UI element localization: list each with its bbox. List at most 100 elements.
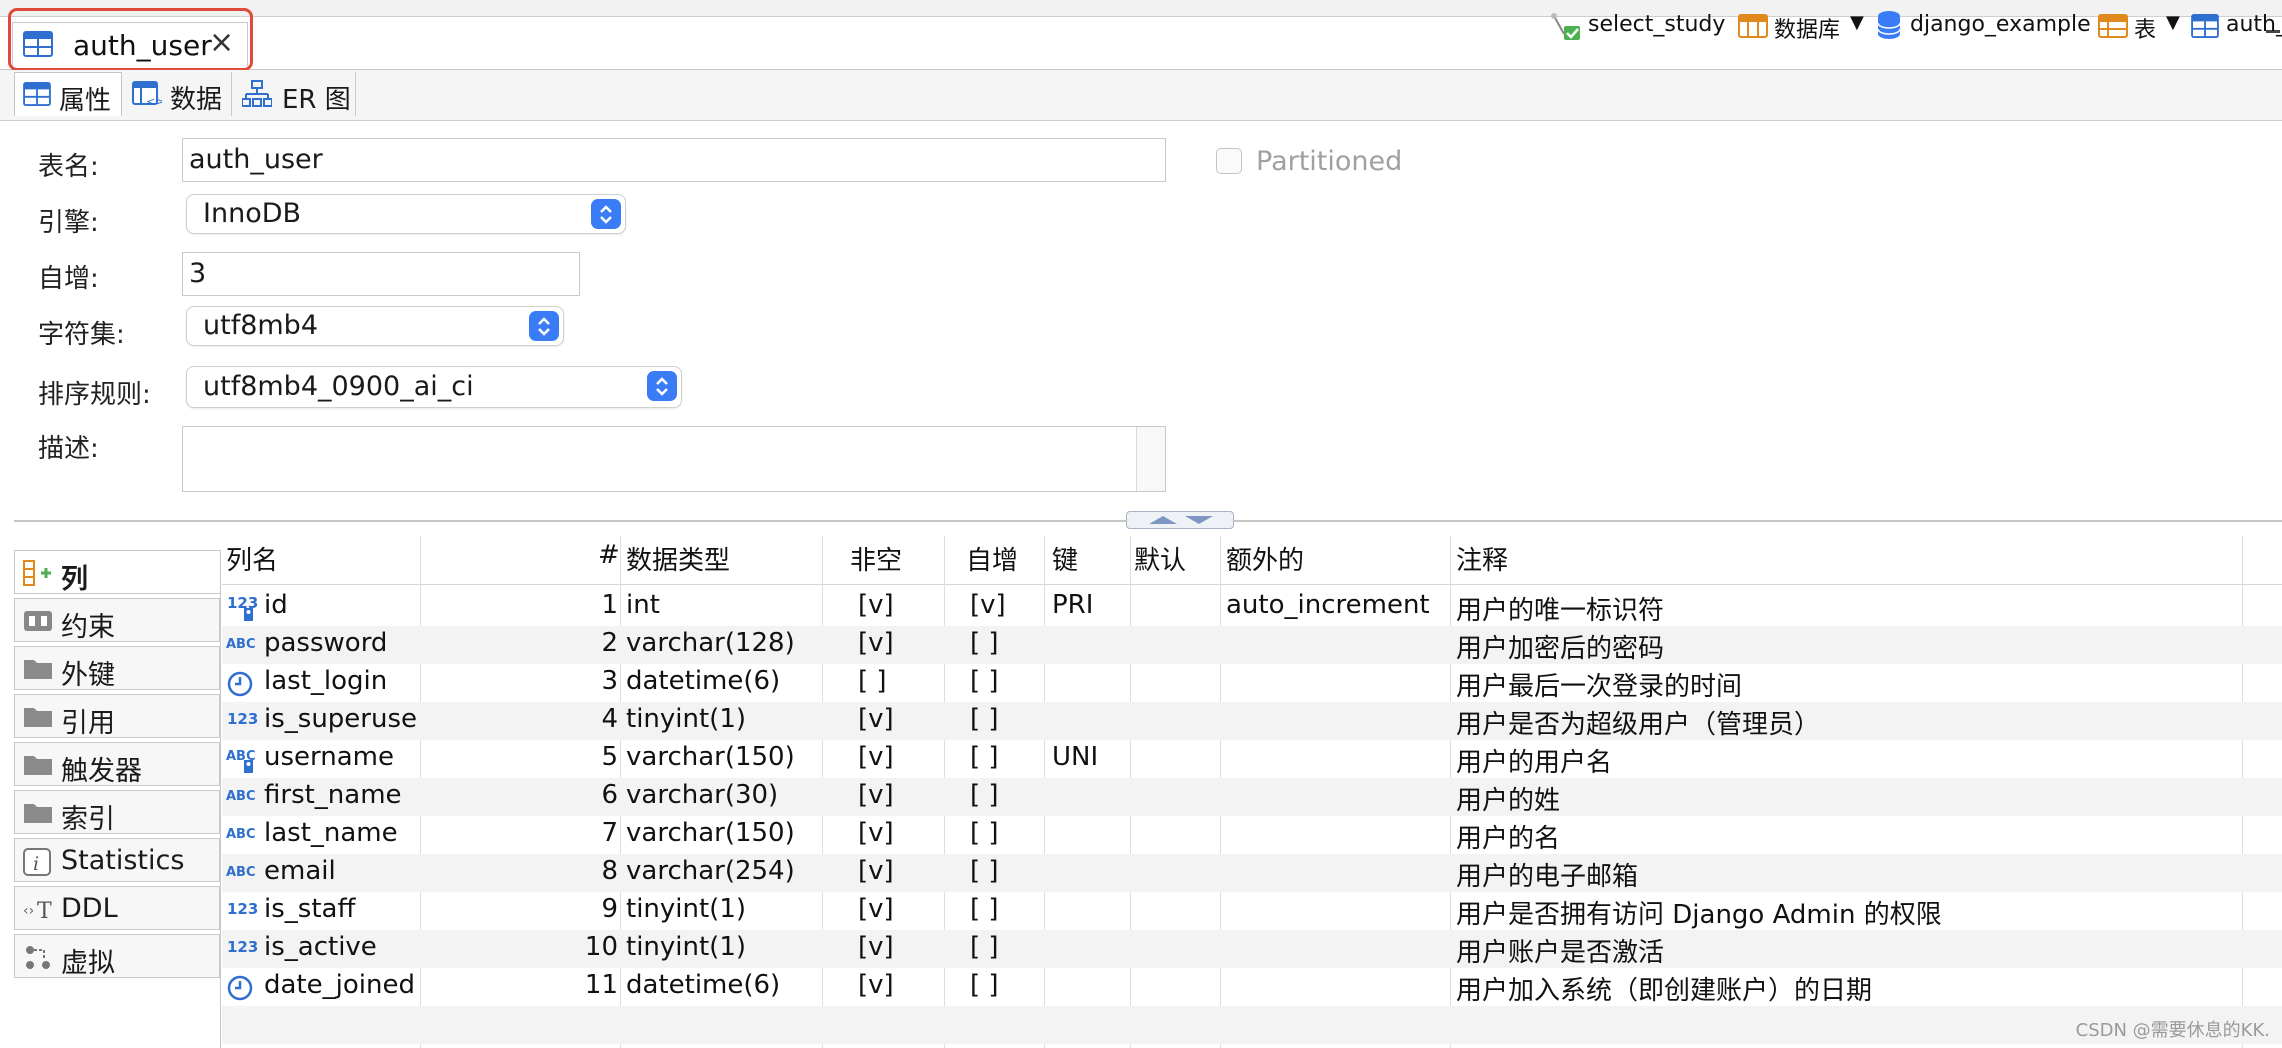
collation-select[interactable]: utf8mb4_0900_ai_ci [186, 366, 682, 408]
cell-autoinc[interactable]: [ ] [970, 894, 999, 924]
cell-type[interactable]: datetime(6) [626, 666, 780, 696]
description-textarea[interactable] [182, 426, 1166, 492]
cell-type[interactable]: datetime(6) [626, 970, 780, 1000]
cell-key[interactable]: PRI [1052, 590, 1093, 620]
nav-item-ddl[interactable]: ‹› T DDL [14, 886, 220, 930]
cell-autoinc[interactable]: [ ] [970, 704, 999, 734]
cell-type[interactable]: tinyint(1) [626, 894, 746, 924]
cell-notnull[interactable]: [v] [858, 818, 894, 848]
cell-autoinc[interactable]: [ ] [970, 932, 999, 962]
cell-pos[interactable]: 3 [601, 666, 618, 696]
cell-pos[interactable]: 8 [601, 856, 618, 886]
header-position[interactable]: # [598, 540, 620, 570]
cell-name[interactable]: is_staff [264, 894, 355, 924]
breadcrumb-database[interactable]: django_example [1876, 10, 2091, 42]
cell-name[interactable]: last_login [264, 666, 387, 696]
cell-notnull[interactable]: [v] [858, 742, 894, 772]
cell-autoinc[interactable]: [v] [970, 590, 1006, 620]
cell-comment[interactable]: 用户是否为超级用户（管理员） [1456, 704, 1820, 741]
cell-pos[interactable]: 7 [601, 818, 618, 848]
subtab-er-diagram[interactable]: ER 图 [234, 72, 356, 116]
breadcrumb-table[interactable]: auth_ [2190, 10, 2282, 42]
breadcrumb-database-selector[interactable]: 数据库 ▼ [1738, 10, 1868, 43]
auto-increment-input[interactable]: 3 [182, 252, 580, 296]
cell-type[interactable]: tinyint(1) [626, 704, 746, 734]
cell-name[interactable]: is_active [264, 932, 377, 962]
cell-comment[interactable]: 用户的唯一标识符 [1456, 590, 1664, 627]
cell-autoinc[interactable]: [ ] [970, 970, 999, 1000]
nav-item-columns[interactable]: 列 [14, 550, 220, 595]
table-row[interactable]: date_joined 11 datetime(6) [v] [ ] 用户加入系统（即创建… [222, 968, 2282, 1006]
cell-pos[interactable]: 2 [601, 628, 618, 658]
cell-notnull[interactable]: [v] [858, 780, 894, 810]
cell-name[interactable]: email [264, 856, 336, 886]
cell-pos[interactable]: 10 [585, 932, 618, 962]
cell-name[interactable]: username [264, 742, 394, 772]
cell-name[interactable]: id [264, 590, 288, 620]
cell-pos[interactable]: 1 [601, 590, 618, 620]
cell-pos[interactable]: 11 [585, 970, 618, 1000]
header-comment[interactable]: 注释 [1456, 540, 1508, 577]
subtab-data[interactable]: <> 数据 [122, 72, 232, 116]
cell-name[interactable]: first_name [264, 780, 402, 810]
engine-select[interactable]: InnoDB [186, 194, 626, 234]
cell-autoinc[interactable]: [ ] [970, 742, 999, 772]
nav-item-references[interactable]: 引用 [14, 694, 220, 739]
nav-item-indexes[interactable]: 索引 [14, 790, 220, 835]
cell-pos[interactable]: 6 [601, 780, 618, 810]
cell-notnull[interactable]: [v] [858, 590, 894, 620]
cell-notnull[interactable]: [ ] [858, 666, 887, 696]
cell-name[interactable]: last_name [264, 818, 398, 848]
cell-notnull[interactable]: [v] [858, 970, 894, 1000]
cell-type[interactable]: varchar(254) [626, 856, 795, 886]
table-row[interactable]: ABC last_name 7 varchar(150) [v] [ ] 用户的名 [222, 816, 2282, 854]
cell-comment[interactable]: 用户的姓 [1456, 780, 1560, 817]
cell-autoinc[interactable]: [ ] [970, 666, 999, 696]
cell-comment[interactable]: 用户是否拥有访问 Django Admin 的权限 [1456, 894, 1942, 931]
close-icon[interactable]: × [209, 25, 234, 60]
nav-item-foreign-keys[interactable]: 外键 [14, 646, 220, 691]
cell-name[interactable]: password [264, 628, 387, 658]
cell-notnull[interactable]: [v] [858, 856, 894, 886]
cell-comment[interactable]: 用户的电子邮箱 [1456, 856, 1638, 893]
nav-item-statistics[interactable]: i Statistics [14, 838, 220, 882]
nav-item-constraints[interactable]: 约束 [14, 598, 220, 643]
cell-comment[interactable]: 用户的用户名 [1456, 742, 1612, 779]
cell-autoinc[interactable]: [ ] [970, 818, 999, 848]
header-extra[interactable]: 额外的 [1226, 540, 1304, 577]
cell-pos[interactable]: 9 [601, 894, 618, 924]
table-row[interactable]: 123 is_staff 9 tinyint(1) [v] [ ] 用户是否拥有访问 Dja… [222, 892, 2282, 930]
cell-notnull[interactable]: [v] [858, 628, 894, 658]
cell-name[interactable]: date_joined [264, 970, 415, 1000]
cell-pos[interactable]: 5 [601, 742, 618, 772]
cell-comment[interactable]: 用户加入系统（即创建账户）的日期 [1456, 970, 1872, 1007]
nav-item-triggers[interactable]: 触发器 [14, 742, 220, 787]
cell-comment[interactable]: 用户最后一次登录的时间 [1456, 666, 1742, 703]
cell-type[interactable]: int [626, 590, 660, 620]
charset-select[interactable]: utf8mb4 [186, 306, 564, 346]
table-row[interactable]: ABC first_name 6 varchar(30) [v] [ ] 用户的姓 [222, 778, 2282, 816]
cell-autoinc[interactable]: [ ] [970, 628, 999, 658]
cell-type[interactable]: varchar(128) [626, 628, 795, 658]
cell-extra[interactable]: auto_increment [1226, 590, 1430, 620]
breadcrumb-table-selector[interactable]: 表 ▼ [2098, 10, 2184, 43]
nav-item-virtual[interactable]: 虚拟 [14, 934, 220, 979]
cell-comment[interactable]: 用户加密后的密码 [1456, 628, 1664, 665]
partitioned-checkbox[interactable] [1216, 148, 1242, 174]
cell-comment[interactable]: 用户的名 [1456, 818, 1560, 855]
header-auto-increment[interactable]: 自增 [966, 540, 1018, 577]
header-default[interactable]: 默认 [1134, 540, 1186, 577]
cell-key[interactable]: UNI [1052, 742, 1098, 772]
splitter-handle[interactable] [1126, 511, 1234, 529]
breadcrumb-connection[interactable]: select_study [1550, 10, 1725, 42]
editor-tab-auth-user[interactable]: auth_user × [12, 22, 248, 66]
table-row[interactable]: 123 is_superuse 4 tinyint(1) [v] [ ] 用户是否为超级用户… [222, 702, 2282, 740]
cell-comment[interactable]: 用户账户是否激活 [1456, 932, 1664, 969]
cell-notnull[interactable]: [v] [858, 932, 894, 962]
cell-type[interactable]: varchar(30) [626, 780, 778, 810]
cell-type[interactable]: tinyint(1) [626, 932, 746, 962]
cell-name[interactable]: is_superuse [264, 704, 417, 734]
cell-notnull[interactable]: [v] [858, 704, 894, 734]
description-scrollbar[interactable] [1136, 427, 1165, 491]
table-row[interactable]: 123 id 1 int [v] [v] PRI auto_increment 用户的唯一标识符 [222, 588, 2282, 626]
